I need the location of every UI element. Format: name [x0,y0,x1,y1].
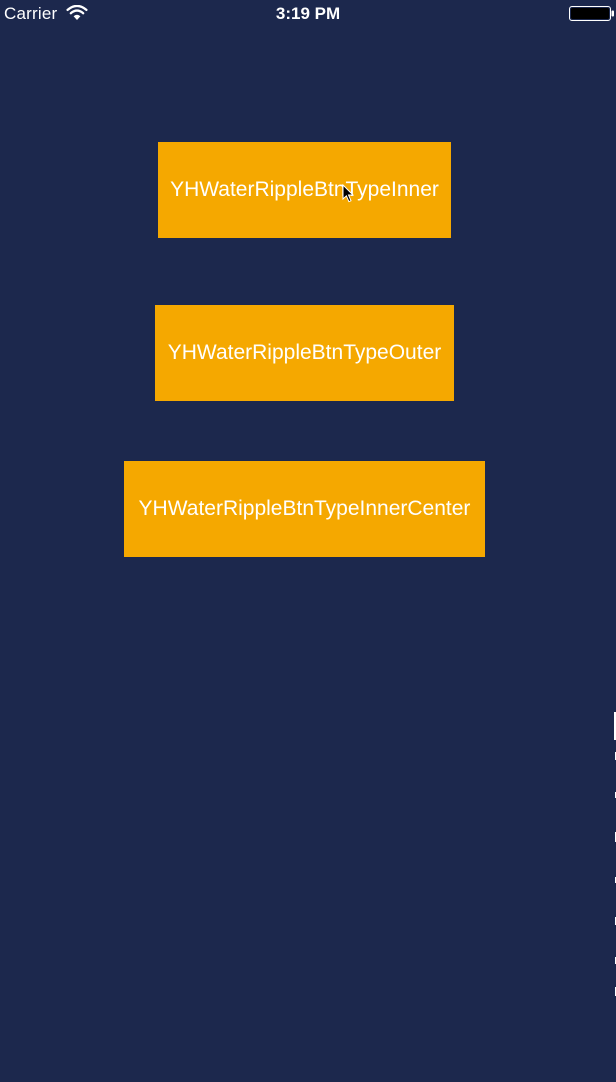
edge-artifact [614,712,616,996]
water-ripple-inner-button[interactable]: YHWaterRippleBtnTypeInner [158,142,451,238]
water-ripple-outer-button[interactable]: YHWaterRippleBtnTypeOuter [155,305,454,401]
battery-icon [569,6,614,21]
cursor-icon [342,184,354,203]
water-ripple-inner-center-button[interactable]: YHWaterRippleBtnTypeInnerCenter [124,461,485,557]
status-time: 3:19 PM [275,4,341,23]
screen: Carrier 3:19 PM YHWaterRippleBtnTypeInne… [0,0,616,1082]
status-bar: Carrier 3:19 PM [0,0,616,28]
